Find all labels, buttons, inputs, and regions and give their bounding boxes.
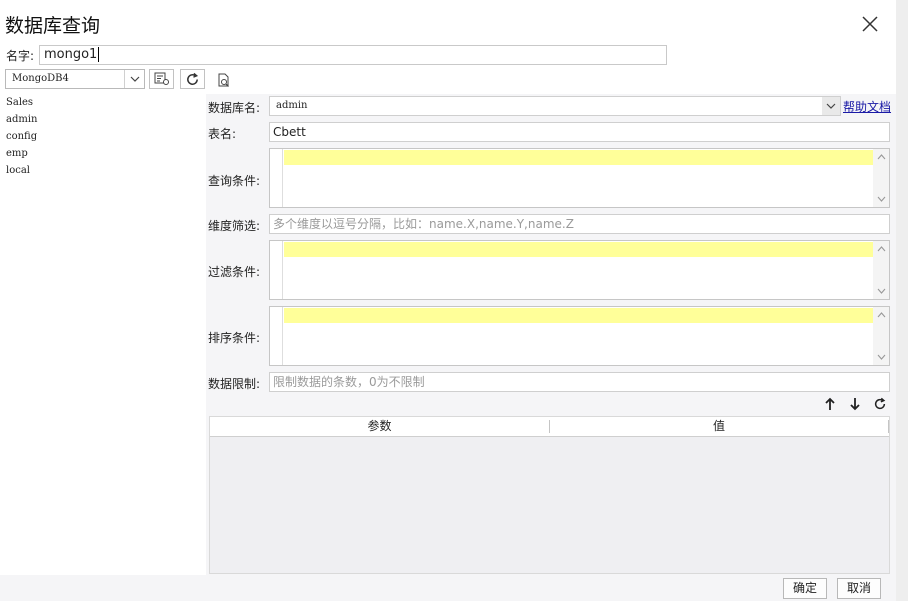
chevron-down-icon [124,70,144,88]
line-gutter [270,241,283,299]
dimension-filter-placeholder: 多个维度以逗号分隔，比如：name.X,name.Y,name.Z [273,217,574,231]
refresh-icon [874,397,886,410]
name-input[interactable]: mongo1 [39,45,667,65]
text-caret [98,47,100,62]
arrow-down-icon [850,398,860,411]
chevron-up-icon[interactable] [876,244,886,254]
database-query-dialog: 数据库查询 名字: mongo1 MongoDB4 Sales admin co… [0,0,896,601]
column-header-param[interactable]: 参数 [210,417,549,436]
data-limit-placeholder: 限制数据的条数，0为不限制 [273,375,425,389]
dimension-filter-label: 维度筛选: [208,219,261,233]
tree-item-local[interactable]: local [0,162,206,179]
refresh-icon [187,72,199,85]
cancel-button[interactable]: 取消 [837,578,881,599]
line-gutter [270,149,283,207]
vertical-scrollbar[interactable] [873,149,889,207]
manage-connection-button[interactable] [149,69,174,89]
query-form: 数据库名: admin 帮助文档 表名: Cbett 查询条件: 维度筛选: 多… [206,94,896,575]
dialog-title: 数据库查询 [5,15,101,37]
chevron-down-icon[interactable] [876,352,886,362]
database-settings-icon [154,72,169,85]
dimension-filter-input[interactable]: 多个维度以逗号分隔，比如：name.X,name.Y,name.Z [269,214,890,234]
chevron-down-icon [822,97,840,115]
name-label: 名字: [6,49,35,63]
vertical-scrollbar[interactable] [873,241,889,299]
chevron-up-icon[interactable] [876,310,886,320]
query-condition-editor[interactable] [269,148,890,208]
refresh-params-button[interactable] [872,396,888,412]
help-doc-link[interactable]: 帮助文档 [842,98,893,115]
tree-item-config[interactable]: config [0,128,206,145]
arrow-up-icon [825,397,835,410]
preview-query-button[interactable] [215,71,233,89]
sort-condition-label: 排序条件: [208,331,261,345]
chevron-up-icon[interactable] [876,152,886,162]
vertical-scrollbar[interactable] [873,307,889,365]
filter-condition-label: 过滤条件: [208,265,261,279]
db-type-select[interactable]: MongoDB4 [5,69,145,89]
tree-item-sales[interactable]: Sales [0,94,206,111]
move-up-button[interactable] [822,396,838,412]
move-down-button[interactable] [847,396,863,412]
close-icon [862,16,878,32]
name-value: mongo1 [44,47,98,62]
tree-item-emp[interactable]: emp [0,145,206,162]
toolbar: MongoDB4 [0,66,896,94]
current-line-highlight [284,150,873,165]
sort-condition-editor[interactable] [269,306,890,366]
line-gutter [270,307,283,365]
database-tree: Sales admin config emp local [0,94,206,575]
close-button[interactable] [858,12,882,36]
current-line-highlight [284,308,873,323]
column-header-value[interactable]: 值 [550,417,888,436]
background-window-edge [896,0,908,601]
ok-button[interactable]: 确定 [783,578,827,599]
parameter-table-header: 参数 值 [210,417,889,437]
document-search-icon [218,73,229,87]
name-row: 名字: mongo1 [0,44,896,66]
dialog-footer: 确定 取消 [0,575,896,601]
db-name-label: 数据库名: [208,101,261,115]
chevron-down-icon[interactable] [876,286,886,296]
column-separator [888,420,889,433]
data-limit-input[interactable]: 限制数据的条数，0为不限制 [269,372,890,392]
table-name-input[interactable]: Cbett [269,122,890,142]
current-line-highlight [284,242,873,257]
title-bar: 数据库查询 [0,0,896,44]
tree-item-admin[interactable]: admin [0,111,206,128]
chevron-down-icon[interactable] [876,194,886,204]
filter-condition-editor[interactable] [269,240,890,300]
data-limit-label: 数据限制: [208,377,261,391]
db-name-value: admin [276,100,308,111]
query-condition-label: 查询条件: [208,174,261,188]
parameter-table: 参数 值 [209,416,890,574]
refresh-tree-button[interactable] [180,69,205,89]
db-name-select[interactable]: admin [269,96,841,116]
table-name-label: 表名: [208,127,237,141]
db-type-value: MongoDB4 [12,73,69,84]
table-name-value: Cbett [273,125,306,139]
